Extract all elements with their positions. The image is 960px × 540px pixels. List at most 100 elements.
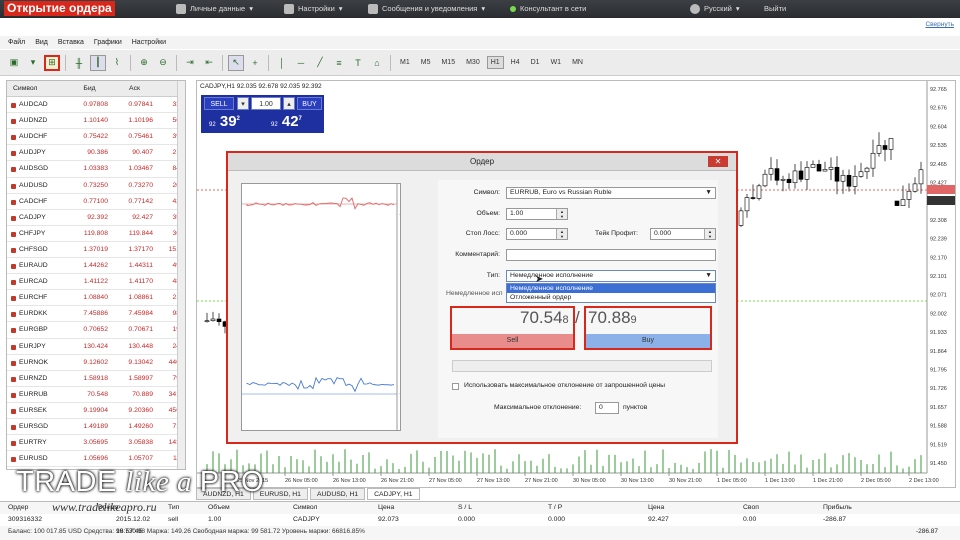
vertical-line-icon[interactable]: │ bbox=[274, 55, 290, 71]
x-tick-label: 30 Nov 21:00 bbox=[669, 478, 702, 484]
menu-file[interactable]: Файл bbox=[8, 36, 25, 49]
menu-settings[interactable]: Настройки bbox=[132, 36, 166, 49]
x-tick-label: 2 Dec 13:00 bbox=[909, 478, 939, 484]
option-pending-order[interactable]: Отложенный ордер bbox=[507, 293, 715, 302]
order-dialog: Ордер ✕ 70.92870.89670.88870.85570.79070… bbox=[226, 151, 738, 444]
dialog-title: Ордер ✕ bbox=[228, 153, 736, 171]
bid-tag: 70.548 bbox=[399, 393, 400, 399]
brand-watermark: TRADE like a PRO bbox=[16, 466, 265, 498]
list-item[interactable]: EURDKK7.458867.4598498 bbox=[7, 306, 185, 323]
list-item[interactable]: AUDSGD1.033831.0346784 bbox=[7, 161, 185, 178]
list-item[interactable]: CHFJPY119.808119.84436 bbox=[7, 226, 185, 242]
menu-view[interactable]: Вид bbox=[35, 36, 48, 49]
text-icon[interactable]: T bbox=[350, 55, 366, 71]
menu-charts[interactable]: Графики bbox=[94, 36, 122, 49]
list-item[interactable]: AUDNZD1.101401.1019656 bbox=[7, 113, 185, 130]
list-item[interactable]: EURSEK 9.19904 9.20360 456 bbox=[7, 403, 185, 419]
balance-line: Баланс: 100 017.85 USD Средства: 99 730.… bbox=[8, 528, 365, 535]
y-tick-label: 92.002 bbox=[930, 311, 947, 317]
max-deviation-unit: пунктов bbox=[623, 404, 648, 411]
symbol-select[interactable]: EURRUB, Euro vs Russian Ruble ▼ bbox=[506, 187, 716, 199]
collapse-link[interactable]: Свернуть bbox=[925, 21, 954, 28]
list-item[interactable]: EURGBP0.706520.7067119 bbox=[7, 322, 185, 339]
crosshair-icon[interactable]: + bbox=[247, 55, 263, 71]
tf-mn[interactable]: MN bbox=[568, 56, 587, 69]
market-watch-scrollbar[interactable] bbox=[177, 81, 185, 469]
candle-body bbox=[798, 170, 804, 180]
new-order-button[interactable]: ⊞ bbox=[44, 54, 60, 71]
candle-body bbox=[774, 168, 780, 181]
menu-insert[interactable]: Вставка bbox=[58, 36, 84, 49]
tf-m5[interactable]: M5 bbox=[417, 56, 435, 69]
table-row[interactable]: 309316332 2015.12.02 16:57:45 sell 1.00 … bbox=[0, 514, 960, 535]
list-item[interactable]: AUDJPY90.38690.40721 bbox=[7, 145, 185, 162]
language-select[interactable]: Русский ▾ bbox=[690, 0, 740, 18]
tf-h1[interactable]: H1 bbox=[486, 56, 504, 69]
max-deviation-checkbox[interactable] bbox=[452, 383, 459, 390]
list-item[interactable]: CHFSGD 1.37019 1.37170 151 bbox=[7, 242, 185, 259]
new-chart-icon[interactable]: ▣ bbox=[6, 55, 22, 71]
take-profit-field[interactable]: 0.000 ▲ ▼ bbox=[650, 228, 716, 240]
buy-button[interactable]: Buy bbox=[586, 334, 710, 348]
settings-link[interactable]: Настройки ▾ bbox=[284, 0, 343, 18]
list-item[interactable]: EURCAD1.411221.4117048 bbox=[7, 274, 185, 291]
label-icon[interactable]: ⌂ bbox=[369, 55, 385, 71]
zoom-out-icon[interactable]: ⊖ bbox=[155, 55, 171, 71]
chevron-down-icon: ▼ bbox=[705, 272, 712, 279]
consultant-link[interactable]: Консультант в сети bbox=[510, 0, 586, 18]
channel-icon[interactable]: ≡ bbox=[331, 55, 347, 71]
messages-link[interactable]: Сообщения и уведомления ▾ bbox=[368, 0, 485, 18]
option-instant-execution[interactable]: Немедленное исполнение bbox=[507, 284, 715, 293]
comment-field[interactable] bbox=[506, 249, 716, 261]
bar-chart-icon[interactable]: ╫ bbox=[71, 55, 87, 71]
x-tick-label: 27 Nov 21:00 bbox=[525, 478, 558, 484]
candle-chart-icon[interactable]: ┃ bbox=[90, 54, 106, 71]
candle-body bbox=[780, 178, 786, 181]
autoscroll-icon[interactable]: ⇥ bbox=[182, 55, 198, 71]
tf-w1[interactable]: W1 bbox=[547, 56, 566, 69]
list-item[interactable]: EURTRY 3.05695 3.05838 143 bbox=[7, 435, 185, 452]
line-chart-icon[interactable]: ⌇ bbox=[109, 55, 125, 71]
stop-loss-stepper[interactable]: ▲ ▼ bbox=[556, 229, 567, 239]
subheader: Свернуть bbox=[0, 18, 960, 32]
tab-cadjpy[interactable]: CADJPY, H1 bbox=[367, 488, 420, 500]
list-item[interactable]: EURNZD1.589181.5899779 bbox=[7, 371, 185, 387]
candle-body bbox=[912, 183, 918, 192]
list-item[interactable]: EURSGD1.491891.4926071 bbox=[7, 419, 185, 436]
logout-link[interactable]: Выйти bbox=[764, 0, 786, 18]
horizontal-line-icon[interactable]: ─ bbox=[293, 55, 309, 71]
list-item[interactable]: EURAUD1.442621.4431149 bbox=[7, 258, 185, 275]
list-item[interactable]: CADCHF0.771000.7714242 bbox=[7, 194, 185, 210]
tf-m1[interactable]: M1 bbox=[396, 56, 414, 69]
tf-d1[interactable]: D1 bbox=[527, 56, 544, 69]
sell-price: 70.548 bbox=[520, 308, 569, 327]
volume-stepper[interactable]: ▲ ▼ bbox=[556, 209, 567, 219]
tf-h4[interactable]: H4 bbox=[507, 56, 524, 69]
cursor-icon[interactable]: ↖ bbox=[228, 54, 244, 71]
list-item[interactable]: AUDCHF0.754220.7546139 bbox=[7, 129, 185, 146]
personal-data-link[interactable]: Личные данные ▾ bbox=[176, 0, 253, 18]
list-item[interactable]: EURRUB 70.548 70.889 341 bbox=[7, 387, 185, 403]
y-tick-label: 92.170 bbox=[930, 255, 947, 261]
max-deviation-field[interactable]: 0 bbox=[595, 402, 619, 414]
list-item[interactable]: CADJPY92.39292.42735 bbox=[7, 210, 185, 226]
take-profit-stepper[interactable]: ▲ ▼ bbox=[704, 229, 715, 239]
list-item[interactable]: AUDUSD0.732500.7327020 bbox=[7, 178, 185, 194]
sell-button[interactable]: Sell bbox=[452, 334, 573, 348]
volume-field[interactable]: 1.00 ▲ ▼ bbox=[506, 208, 568, 220]
x-tick-label: 1 Dec 21:00 bbox=[813, 478, 843, 484]
list-item[interactable]: AUDCAD0.978080.9784133 bbox=[7, 97, 185, 114]
list-item[interactable]: EURUSD1.056961.0570711 bbox=[7, 451, 185, 468]
list-item[interactable]: EURJPY130.424130.44824 bbox=[7, 339, 185, 355]
trendline-icon[interactable]: ╱ bbox=[312, 55, 328, 71]
list-item[interactable]: EURCHF1.088401.0886121 bbox=[7, 290, 185, 307]
tf-m15[interactable]: M15 bbox=[437, 56, 459, 69]
tab-audusd[interactable]: AUDUSD, H1 bbox=[309, 488, 366, 500]
zoom-in-icon[interactable]: ⊕ bbox=[136, 55, 152, 71]
profiles-icon[interactable]: ▾ bbox=[25, 55, 41, 71]
chart-shift-icon[interactable]: ⇤ bbox=[201, 55, 217, 71]
close-icon[interactable]: ✕ bbox=[708, 156, 728, 167]
tf-m30[interactable]: M30 bbox=[462, 56, 484, 69]
stop-loss-field[interactable]: 0.000 ▲ ▼ bbox=[506, 228, 568, 240]
list-item[interactable]: EURNOK 9.12602 9.13042 440 bbox=[7, 355, 185, 371]
